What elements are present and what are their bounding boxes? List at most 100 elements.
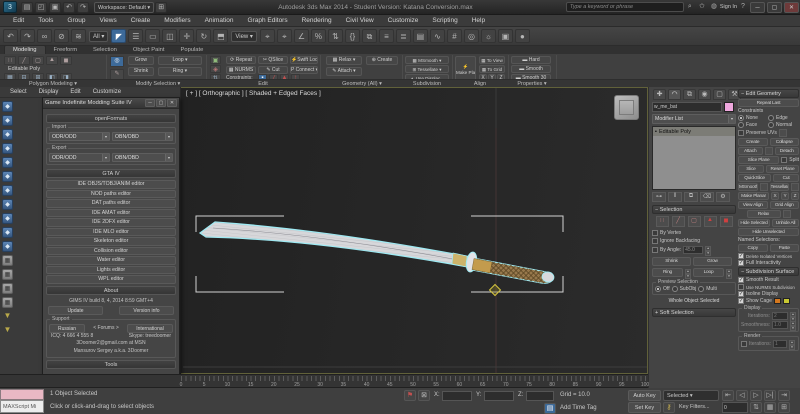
- minimize-button[interactable]: ─: [750, 2, 765, 13]
- close-button[interactable]: ✕: [784, 2, 799, 13]
- snaps-toggle-icon[interactable]: ⌖: [277, 29, 292, 43]
- preserve-uvs-settings-icon[interactable]: [779, 129, 787, 137]
- ribbon-tab-object-paint[interactable]: Object Paint: [125, 46, 173, 54]
- edit-named-selection-sets-icon[interactable]: {}: [345, 29, 360, 43]
- by-vertex-checkbox[interactable]: [652, 230, 658, 236]
- rectangular-selection-region-icon[interactable]: ▭: [145, 29, 160, 43]
- layer-add-icon[interactable]: ▦: [2, 269, 13, 280]
- redo-icon[interactable]: ↷: [20, 29, 35, 43]
- gims-editor-button-lights-editor[interactable]: Lights editor: [46, 266, 176, 275]
- layer-remove-icon[interactable]: ▦: [2, 283, 13, 294]
- rendered-frame-window-icon[interactable]: ▣: [498, 29, 513, 43]
- menu-item-group[interactable]: Group: [60, 17, 92, 24]
- display-lights-icon[interactable]: ◆: [2, 227, 13, 238]
- relax-settings-icon[interactable]: [783, 210, 791, 218]
- scroll-up-icon[interactable]: ▼: [2, 311, 13, 322]
- element-mode-icon[interactable]: ◼: [60, 56, 72, 65]
- configure-sets-icon[interactable]: ⚙: [716, 192, 730, 202]
- gims-russian-button[interactable]: Russian: [49, 324, 85, 333]
- make-planar-button[interactable]: Make Planar: [738, 192, 769, 200]
- create-button[interactable]: ⊕ Create: [366, 56, 398, 65]
- modifier-stack-item[interactable]: ▪ Editable Poly: [653, 127, 735, 136]
- polygon-mode-icon[interactable]: ▲: [46, 56, 58, 65]
- create-spacewarps-icon[interactable]: ◆: [2, 171, 13, 182]
- attach-button[interactable]: Attach: [738, 147, 763, 155]
- cage-color-swatch-2[interactable]: [783, 298, 790, 304]
- show-cage-icon[interactable]: ◈: [210, 65, 221, 73]
- gims-about-header[interactable]: About: [46, 286, 176, 295]
- maxscript-macro-recorder[interactable]: [0, 389, 44, 400]
- previous-frame-icon[interactable]: ◁: [736, 390, 748, 401]
- delete-isolated-checkbox[interactable]: ✓: [738, 253, 744, 259]
- user-icon[interactable]: ◍: [709, 2, 719, 12]
- border-subobject-icon[interactable]: ▢: [688, 216, 701, 227]
- slice-plane-button[interactable]: Slice Plane: [738, 156, 779, 164]
- help-icon[interactable]: ?: [738, 2, 748, 12]
- pin-stack-icon[interactable]: ⊶: [652, 192, 666, 202]
- maximize-button[interactable]: ▢: [767, 2, 782, 13]
- display-cameras-icon[interactable]: ◆: [2, 241, 13, 252]
- edge-mode-icon[interactable]: ╱: [18, 56, 30, 65]
- menu-item-modifiers[interactable]: Modifiers: [157, 17, 197, 24]
- create-helpers-icon[interactable]: ◆: [2, 157, 13, 168]
- layer-list-icon[interactable]: ▦: [2, 255, 13, 266]
- subdivision-surface-header[interactable]: − Subdivision Surface: [738, 267, 799, 276]
- graphite-modeling-ribbon-icon[interactable]: ▤: [413, 29, 428, 43]
- viewport-label[interactable]: [ + ] [ Orthographic ] [ Shaded + Edged …: [186, 90, 321, 97]
- detach-button[interactable]: Detach: [775, 147, 800, 155]
- katana-model[interactable]: [200, 222, 555, 283]
- create-systems-icon[interactable]: ◆: [2, 185, 13, 196]
- use-nurms-icon[interactable]: ▣: [210, 56, 221, 64]
- display-tab[interactable]: ▢: [713, 89, 726, 100]
- hard-button[interactable]: ▬ Hard: [511, 56, 551, 64]
- select-and-rotate-icon[interactable]: ↻: [196, 29, 211, 43]
- layer-props-icon[interactable]: ▦: [2, 297, 13, 308]
- save-file-icon[interactable]: ▣: [49, 2, 61, 13]
- planar-x-button[interactable]: X: [771, 192, 779, 200]
- planar-z-button[interactable]: Z: [791, 192, 799, 200]
- smooth-button[interactable]: ▬ Smooth: [511, 65, 551, 73]
- gims-editor-button-ide-amat-editor[interactable]: IDE AMAT editor: [46, 209, 176, 218]
- gims-update-button[interactable]: Update: [48, 306, 103, 315]
- material-editor-icon[interactable]: ◎: [464, 29, 479, 43]
- loop-button[interactable]: Loop: [693, 268, 724, 277]
- display-geometry-icon[interactable]: ◆: [2, 199, 13, 210]
- percent-snap-icon[interactable]: %: [311, 29, 326, 43]
- gims-editor-button-ide-mlo-editor[interactable]: IDE MLO editor: [46, 228, 176, 237]
- vertex-mode-icon[interactable]: ∷: [4, 56, 16, 65]
- copy-button[interactable]: Copy: [738, 244, 768, 252]
- maxscript-mini-listener[interactable]: MAXScript Mi: [0, 400, 44, 413]
- render-production-icon[interactable]: ●: [515, 29, 530, 43]
- ring-spinner[interactable]: ▲▼: [685, 269, 691, 277]
- set-keys-icon[interactable]: ⚷: [663, 402, 675, 413]
- constraint-edge-radio[interactable]: [768, 115, 774, 121]
- menu-item-customize[interactable]: Customize: [381, 17, 426, 24]
- create-lights-icon[interactable]: ◆: [2, 129, 13, 140]
- gims-gta-header[interactable]: GTA IV: [46, 169, 176, 178]
- select-object-icon[interactable]: ◤: [111, 29, 126, 43]
- menu-item-create[interactable]: Create: [124, 17, 158, 24]
- gims-editor-button-nod-paths-editor[interactable]: NOD paths editor: [46, 190, 176, 199]
- iterations-field[interactable]: 2: [772, 312, 788, 320]
- selection-set-dropdown[interactable]: Selected ▾: [663, 390, 719, 401]
- y-coord-field[interactable]: [484, 391, 514, 401]
- gims-import-dropdown[interactable]: ODR/ODD▼: [49, 132, 110, 141]
- tessellate-button[interactable]: ⊞ Tessellate ▾: [405, 65, 449, 73]
- to-view-button[interactable]: ▦ To View: [479, 56, 505, 64]
- menu-item-civil-view[interactable]: Civil View: [339, 17, 381, 24]
- use-nurms-checkbox[interactable]: [738, 284, 744, 290]
- curve-editor-icon[interactable]: ∿: [430, 29, 445, 43]
- key-filters-button[interactable]: Key Filters...: [679, 404, 710, 410]
- planar-y-button[interactable]: Y: [781, 192, 789, 200]
- gims-editor-button-ide-2dfx-editor[interactable]: IDE 2DFX editor: [46, 218, 176, 227]
- bind-to-space-warp-icon[interactable]: ≋: [71, 29, 86, 43]
- menu-item-graph-editors[interactable]: Graph Editors: [241, 17, 295, 24]
- unhide-all-button[interactable]: Unhide All: [772, 219, 799, 227]
- current-frame-field[interactable]: 0: [722, 402, 748, 413]
- menu-item-help[interactable]: Help: [465, 17, 492, 24]
- gims-editor-button-collision-editor[interactable]: Collision editor: [46, 247, 176, 256]
- align-icon[interactable]: ≡: [379, 29, 394, 43]
- scene-explorer-menu-select[interactable]: Select: [4, 89, 33, 95]
- ignore-backfacing-checkbox[interactable]: [652, 238, 658, 244]
- unlink-selection-icon[interactable]: ⊘: [54, 29, 69, 43]
